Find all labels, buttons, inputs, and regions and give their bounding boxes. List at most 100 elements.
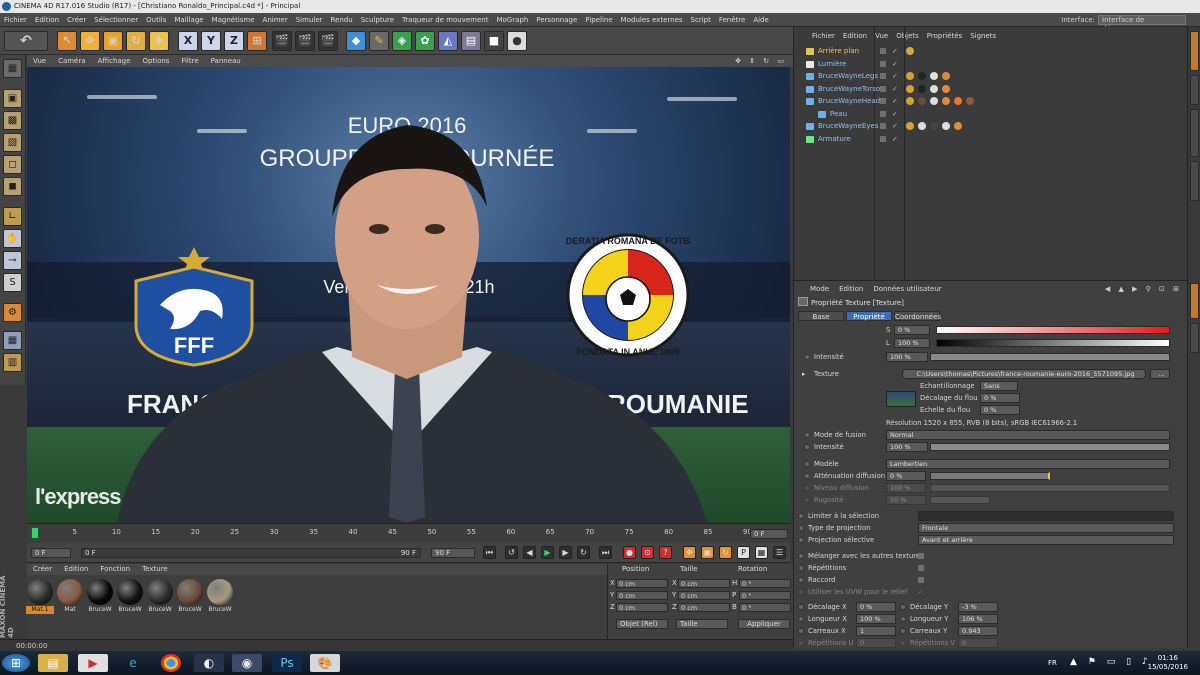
menu-fichier[interactable]: Fichier: [4, 16, 27, 24]
mode-fusion-anim-dot[interactable]: [804, 432, 810, 438]
object-tag-icon[interactable]: [942, 84, 950, 93]
raccord-anim-dot[interactable]: [798, 577, 804, 583]
object-tag-icon[interactable]: [906, 122, 914, 130]
snapping-icon[interactable]: ⊸: [3, 251, 22, 270]
tab-base[interactable]: Base: [798, 311, 844, 321]
object-tag-icon[interactable]: [930, 122, 938, 130]
intensite-anim-dot[interactable]: [804, 354, 810, 360]
menu-personnage[interactable]: Personnage: [536, 16, 577, 24]
longx-field[interactable]: 100 %: [856, 614, 896, 624]
timeline-ruler[interactable]: 051015202530354045505560657075808590 0 F: [27, 523, 790, 543]
object-enabled-checkmark-icon[interactable]: ✓: [892, 70, 898, 83]
object-tag-icon[interactable]: [918, 84, 926, 93]
decaly-anim-dot[interactable]: [900, 604, 906, 610]
photoshop-icon[interactable]: Ps: [272, 654, 302, 672]
prev-key-icon[interactable]: ↺: [505, 546, 518, 559]
language-indicator[interactable]: FR: [1048, 659, 1057, 667]
texture-mode-icon[interactable]: ▩: [3, 111, 22, 130]
x-axis-button[interactable]: X: [178, 31, 198, 51]
axis-mode-icon[interactable]: ∟: [3, 207, 22, 226]
intensite-slider[interactable]: [930, 353, 1170, 361]
menu-simuler[interactable]: Simuler: [296, 16, 323, 24]
material-swatch[interactable]: [177, 579, 203, 605]
material-swatch[interactable]: [27, 579, 53, 605]
object-enabled-checkmark-icon[interactable]: ✓: [892, 108, 898, 121]
timeline-menu-icon[interactable]: ☰: [773, 546, 786, 559]
object-name[interactable]: BruceWayneHead: [818, 95, 880, 108]
object-row[interactable]: Armature ✓: [794, 133, 1188, 146]
app-icon[interactable]: ◐: [194, 654, 224, 672]
viewport-menu-options[interactable]: Options: [142, 57, 169, 65]
obj-menu-signets[interactable]: Signets: [970, 32, 996, 40]
paint-icon[interactable]: 🎨: [310, 654, 340, 672]
object-row[interactable]: Arrière plan ✓: [794, 45, 1188, 58]
chrome-icon[interactable]: [161, 654, 181, 672]
object-visibility-toggle[interactable]: [880, 85, 886, 92]
material-swatch[interactable]: [87, 579, 113, 605]
cube-icon[interactable]: ◆: [346, 31, 366, 51]
object-visibility-toggle[interactable]: [880, 123, 886, 129]
subdivision-icon[interactable]: ◈: [392, 31, 412, 51]
next-key-icon[interactable]: ↻: [577, 546, 590, 559]
cinema4d-taskbar-icon[interactable]: ◉: [232, 654, 262, 672]
timeline-playhead[interactable]: [31, 527, 39, 539]
texture-expand-icon[interactable]: ▸: [802, 368, 805, 380]
object-visibility-toggle[interactable]: [880, 135, 886, 142]
object-visibility-toggle[interactable]: [880, 60, 886, 67]
ie-icon[interactable]: e: [118, 654, 148, 672]
material-swatch[interactable]: [147, 579, 173, 605]
melanger-anim-dot[interactable]: [798, 553, 804, 559]
generator-icon[interactable]: ✿: [415, 31, 435, 51]
menu-creer[interactable]: Créer: [67, 16, 86, 24]
intensite2-field[interactable]: 100 %: [886, 442, 928, 452]
menu-edition[interactable]: Edition: [35, 16, 59, 24]
limiter-field[interactable]: [918, 511, 1174, 521]
object-name[interactable]: Armature: [818, 133, 851, 146]
object-enabled-checkmark-icon[interactable]: ✓: [892, 120, 898, 133]
menu-maillage[interactable]: Maillage: [174, 16, 203, 24]
3d-character-model[interactable]: [77, 117, 737, 523]
repetitions-anim-dot[interactable]: [798, 565, 804, 571]
material-swatch[interactable]: [117, 579, 143, 605]
object-tag-icon[interactable]: [918, 97, 926, 105]
limiter-anim-dot[interactable]: [798, 513, 804, 519]
start-button[interactable]: ⊞: [2, 654, 30, 672]
object-visibility-toggle[interactable]: [880, 48, 886, 54]
object-tag-icon[interactable]: [954, 122, 962, 130]
object-enabled-checkmark-icon[interactable]: ✓: [892, 95, 898, 108]
object-name[interactable]: BruceWayneEyes: [818, 120, 878, 133]
texture-path-field[interactable]: C:\Users\thomas\Pictures\france-roumanie…: [902, 369, 1146, 379]
decalx-anim-dot[interactable]: [798, 604, 804, 610]
rugosite-field[interactable]: 50 %: [886, 495, 926, 505]
obj-menu-fichier[interactable]: Fichier: [812, 32, 835, 40]
object-row[interactable]: BruceWayneLegs ✓: [794, 70, 1188, 83]
workplane-icon[interactable]: ▦: [3, 331, 22, 350]
mat-menu-fonction[interactable]: Fonction: [100, 565, 130, 573]
tab-coordonnees[interactable]: Coordonnées: [894, 311, 941, 321]
coord-size-field[interactable]: 0 cm: [678, 579, 730, 588]
decalx-field[interactable]: 0 %: [856, 602, 896, 612]
object-name[interactable]: BruceWayneTorso: [818, 83, 880, 96]
menu-sculpture[interactable]: Sculpture: [361, 16, 394, 24]
menu-animer[interactable]: Animer: [263, 16, 288, 24]
intensite2-slider[interactable]: [930, 443, 1170, 451]
l-field[interactable]: 100 %: [894, 338, 930, 348]
objects-side-tab[interactable]: [1190, 31, 1199, 71]
object-name[interactable]: BruceWayneLegs: [818, 70, 878, 83]
object-tag-icon[interactable]: [930, 84, 938, 93]
object-row[interactable]: BruceWayneHead ✓: [794, 95, 1188, 108]
tab-propriete[interactable]: Propriété: [846, 311, 892, 321]
repv-anim-dot[interactable]: [900, 640, 906, 646]
key-position-icon[interactable]: ✥: [683, 546, 696, 559]
attr-menu-edition[interactable]: Edition: [839, 285, 863, 293]
repu-anim-dot[interactable]: [798, 640, 804, 646]
uvw-checkmark-icon[interactable]: ✓: [918, 586, 924, 598]
longx-anim-dot[interactable]: [798, 616, 804, 622]
menu-modules[interactable]: Modules externes: [621, 16, 683, 24]
melanger-checkbox[interactable]: [918, 553, 924, 559]
s-field[interactable]: 0 %: [894, 325, 930, 335]
attr-menu-donnees[interactable]: Données utilisateur: [873, 285, 941, 293]
model-mode-icon[interactable]: ▣: [3, 89, 22, 108]
object-row[interactable]: BruceWayneEyes ✓: [794, 120, 1188, 133]
coord-rotation-field[interactable]: 0 °: [739, 603, 791, 612]
